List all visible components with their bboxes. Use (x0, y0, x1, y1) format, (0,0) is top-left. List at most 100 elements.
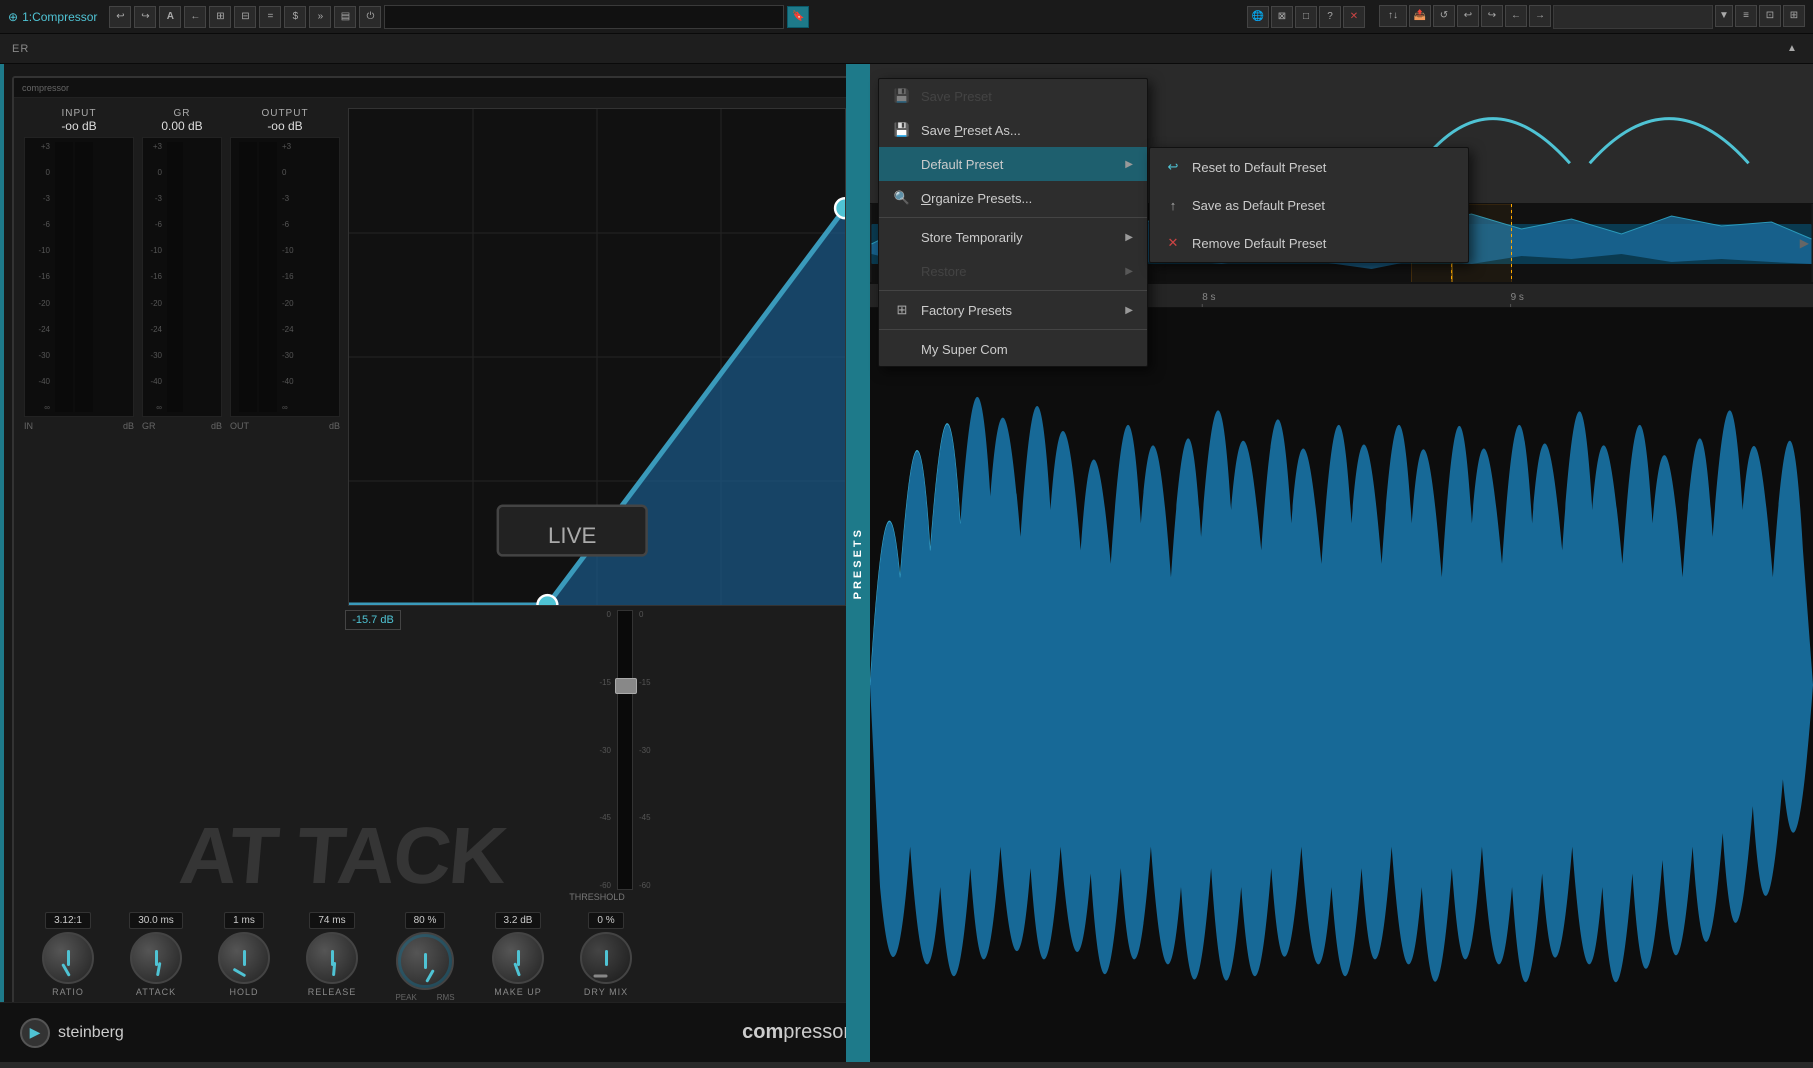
mini-waveform-arrow[interactable]: ▶ (1800, 236, 1809, 250)
snap2-button[interactable]: ⊟ (234, 6, 256, 28)
letter-a-button[interactable]: A (159, 6, 181, 28)
submenu-reset-default[interactable]: ↩ Reset to Default Preset (1150, 148, 1468, 186)
layout-button[interactable]: ⊡ (1759, 5, 1781, 27)
remove-default-label: Remove Default Preset (1192, 236, 1454, 251)
save-preset-label: Save Preset (921, 89, 1133, 104)
menu-restore[interactable]: Restore ▶ (879, 254, 1147, 288)
restore-icon (893, 262, 911, 280)
attack-value[interactable]: 30.0 ms (129, 912, 183, 929)
output-label: OUTPUT (261, 108, 308, 119)
menu-factory-presets[interactable]: ⊞ Factory Presets ▶ (879, 293, 1147, 327)
power-button[interactable]: ⏻ (359, 6, 381, 28)
menu-save-preset[interactable]: 💾 Save Preset (879, 79, 1147, 113)
drymix-knob[interactable] (580, 932, 632, 984)
nav-forward-button[interactable]: → (1529, 5, 1551, 27)
threshold-scale-right: 0-15-30-45-60 (639, 610, 651, 890)
snap-button[interactable]: ⊞ (209, 6, 231, 28)
subtitle-bar: ER (12, 43, 1783, 55)
submenu-save-default[interactable]: ↑ Save as Default Preset (1150, 186, 1468, 224)
nav-send-button[interactable]: 📤 (1409, 5, 1431, 27)
nav-back-button[interactable]: ← (1505, 5, 1527, 27)
transfer-curve-svg: LIVE (349, 109, 845, 605)
release-value[interactable]: 74 ms (309, 912, 354, 929)
reset-default-icon: ↩ (1164, 158, 1182, 176)
submenu-default-preset: ↩ Reset to Default Preset ↑ Save as Defa… (1149, 147, 1469, 263)
arrows-button[interactable]: » (309, 6, 331, 28)
steinberg-logo: ▶ steinberg (20, 1018, 124, 1048)
help-button[interactable]: ? (1319, 6, 1341, 28)
nav-redo2-button[interactable]: ↪ (1481, 5, 1503, 27)
reset-default-label: Reset to Default Preset (1192, 160, 1454, 175)
plugin-color-bar (0, 64, 4, 1062)
app-icon: ⊕ (8, 10, 18, 24)
equals-button[interactable]: = (259, 6, 281, 28)
db-label2: dB (211, 421, 222, 431)
resize-button[interactable]: ⊠ (1271, 6, 1293, 28)
presets-tab-label: Presets (852, 527, 864, 599)
hold-knob[interactable] (218, 932, 270, 984)
threshold-slider[interactable] (617, 610, 633, 890)
menu-store-temp[interactable]: Store Temporarily ▶ (879, 220, 1147, 254)
globe-button[interactable]: 🌐 (1247, 6, 1269, 28)
bookmark-button[interactable]: 🔖 (787, 6, 809, 28)
store-temp-label: Store Temporarily (921, 230, 1115, 245)
plugin-header-text: compressor (22, 83, 69, 93)
restore-arrow: ▶ (1125, 266, 1133, 277)
main-waveform-svg (870, 308, 1813, 1062)
release-knob[interactable] (306, 932, 358, 984)
dollar-button[interactable]: $ (284, 6, 306, 28)
svg-text:LIVE: LIVE (548, 523, 596, 548)
threshold-scale-left: 0-15-30-45-60 (599, 610, 611, 890)
close-button[interactable]: ✕ (1343, 6, 1365, 28)
plugin-window: compressor INPUT -oo dB +30-3-6-10-16-20… (12, 76, 858, 1054)
export-button[interactable]: ↑↓ (1379, 5, 1407, 27)
compressor-bold-text: com (742, 1021, 783, 1043)
menu-sep-2 (879, 290, 1147, 291)
input-bar (55, 142, 73, 412)
makeup-knob[interactable] (492, 932, 544, 984)
factory-presets-label: Factory Presets (921, 303, 1115, 318)
window-bar: ⊕ 1:Compressor ↩ ↪ A ← ⊞ ⊟ = $ » ▤ ⏻ 🔖 🌐… (0, 0, 1813, 34)
menu-sep-3 (879, 329, 1147, 330)
ratio-knob[interactable] (42, 932, 94, 984)
hold-value[interactable]: 1 ms (224, 912, 264, 929)
collapse-button[interactable]: ▲ (1783, 40, 1801, 58)
filter-button[interactable]: ≡ (1735, 5, 1757, 27)
title-input[interactable] (384, 5, 784, 29)
presets-tab[interactable]: Presets (846, 64, 870, 1062)
analysis-value[interactable]: 80 % (405, 912, 446, 929)
nav-undo3-button[interactable]: ↩ (1457, 5, 1479, 27)
attack-knob[interactable] (130, 932, 182, 984)
menu-my-super-com[interactable]: My Super Com (879, 332, 1147, 366)
timeline-8s: 8 s (1202, 291, 1215, 302)
makeup-value[interactable]: 3.2 dB (495, 912, 542, 929)
ratio-value[interactable]: 3.12:1 (45, 912, 91, 929)
bar-chart-button[interactable]: ▤ (334, 6, 356, 28)
menu-save-preset-as[interactable]: 💾 Save Preset As... (879, 113, 1147, 147)
dropdown-arrow[interactable]: ▼ (1715, 5, 1733, 27)
my-super-com-label: My Super Com (921, 342, 1133, 357)
default-preset-label: Default Preset (921, 157, 1115, 172)
steinberg-text: steinberg (58, 1024, 124, 1042)
menu-default-preset[interactable]: Default Preset ▶ ↩ Reset to Default Pres… (879, 147, 1147, 181)
save-preset-as-icon: 💾 (893, 121, 911, 139)
undo-button[interactable]: ↩ (109, 6, 131, 28)
drymix-value[interactable]: 0 % (588, 912, 623, 929)
remove-default-icon: ✕ (1164, 234, 1182, 252)
save-default-label: Save as Default Preset (1192, 198, 1454, 213)
organize-presets-label: Organize Presets... (921, 191, 1133, 206)
arrow-left-button[interactable]: ← (184, 6, 206, 28)
default-preset-arrow: ▶ (1125, 159, 1133, 170)
menu-organize-presets[interactable]: 🔍 Organize Presets... (879, 181, 1147, 215)
submenu-remove-default[interactable]: ✕ Remove Default Preset (1150, 224, 1468, 262)
square-button[interactable]: □ (1295, 6, 1317, 28)
input-value: -oo dB (61, 119, 96, 133)
grid-button[interactable]: ⊞ (1783, 5, 1805, 27)
redo-button[interactable]: ↪ (134, 6, 156, 28)
nav-undo2-button[interactable]: ↺ (1433, 5, 1455, 27)
gr-label: GR (174, 108, 191, 119)
threshold-value[interactable]: -15.7 dB (345, 610, 401, 630)
analysis-knob[interactable] (396, 932, 454, 990)
plugin-footer: ▶ steinberg compressor (12, 1002, 858, 1054)
nav-dropdown-input[interactable] (1553, 5, 1713, 29)
